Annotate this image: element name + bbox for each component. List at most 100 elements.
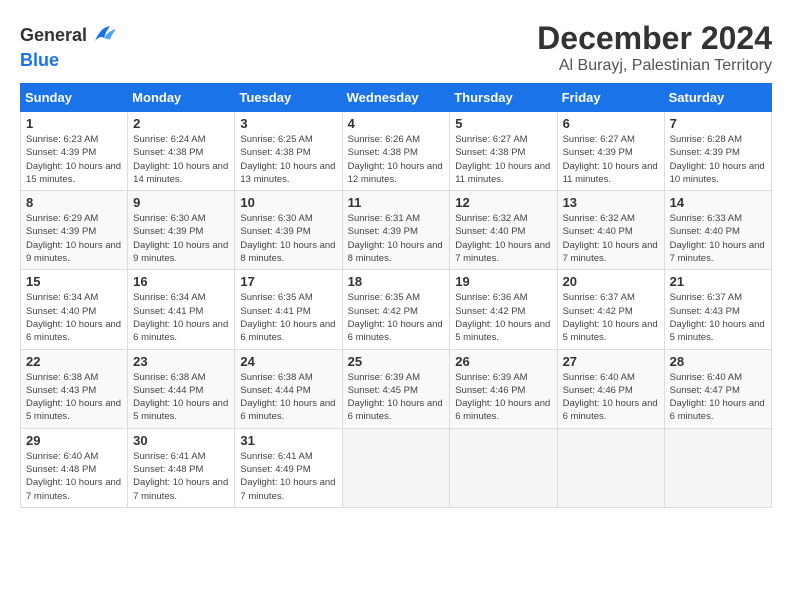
calendar-cell: 17 Sunrise: 6:35 AMSunset: 4:41 PMDaylig… xyxy=(235,270,342,349)
day-info: Sunrise: 6:24 AMSunset: 4:38 PMDaylight:… xyxy=(133,134,228,185)
day-number: 16 xyxy=(133,274,229,289)
day-number: 2 xyxy=(133,116,229,131)
day-number: 13 xyxy=(563,195,659,210)
day-info: Sunrise: 6:34 AMSunset: 4:40 PMDaylight:… xyxy=(26,292,121,343)
day-number: 6 xyxy=(563,116,659,131)
calendar-header-row: SundayMondayTuesdayWednesdayThursdayFrid… xyxy=(21,84,772,112)
day-number: 22 xyxy=(26,354,122,369)
calendar-cell: 21 Sunrise: 6:37 AMSunset: 4:43 PMDaylig… xyxy=(664,270,771,349)
day-number: 12 xyxy=(455,195,551,210)
calendar-cell: 15 Sunrise: 6:34 AMSunset: 4:40 PMDaylig… xyxy=(21,270,128,349)
calendar-cell: 24 Sunrise: 6:38 AMSunset: 4:44 PMDaylig… xyxy=(235,349,342,428)
day-number: 19 xyxy=(455,274,551,289)
day-number: 11 xyxy=(348,195,445,210)
calendar-cell: 14 Sunrise: 6:33 AMSunset: 4:40 PMDaylig… xyxy=(664,191,771,270)
calendar-cell: 12 Sunrise: 6:32 AMSunset: 4:40 PMDaylig… xyxy=(450,191,557,270)
day-number: 18 xyxy=(348,274,445,289)
day-info: Sunrise: 6:35 AMSunset: 4:41 PMDaylight:… xyxy=(240,292,335,343)
day-info: Sunrise: 6:35 AMSunset: 4:42 PMDaylight:… xyxy=(348,292,443,343)
day-info: Sunrise: 6:37 AMSunset: 4:42 PMDaylight:… xyxy=(563,292,658,343)
calendar-cell: 29 Sunrise: 6:40 AMSunset: 4:48 PMDaylig… xyxy=(21,428,128,507)
calendar-cell: 8 Sunrise: 6:29 AMSunset: 4:39 PMDayligh… xyxy=(21,191,128,270)
calendar-header-friday: Friday xyxy=(557,84,664,112)
day-number: 1 xyxy=(26,116,122,131)
calendar-cell: 2 Sunrise: 6:24 AMSunset: 4:38 PMDayligh… xyxy=(128,112,235,191)
day-number: 9 xyxy=(133,195,229,210)
day-number: 17 xyxy=(240,274,336,289)
calendar-cell: 25 Sunrise: 6:39 AMSunset: 4:45 PMDaylig… xyxy=(342,349,450,428)
day-info: Sunrise: 6:38 AMSunset: 4:44 PMDaylight:… xyxy=(240,372,335,423)
day-info: Sunrise: 6:30 AMSunset: 4:39 PMDaylight:… xyxy=(133,213,228,264)
day-info: Sunrise: 6:29 AMSunset: 4:39 PMDaylight:… xyxy=(26,213,121,264)
calendar-cell xyxy=(557,428,664,507)
calendar-cell: 22 Sunrise: 6:38 AMSunset: 4:43 PMDaylig… xyxy=(21,349,128,428)
calendar-cell: 4 Sunrise: 6:26 AMSunset: 4:38 PMDayligh… xyxy=(342,112,450,191)
calendar-cell: 3 Sunrise: 6:25 AMSunset: 4:38 PMDayligh… xyxy=(235,112,342,191)
day-info: Sunrise: 6:34 AMSunset: 4:41 PMDaylight:… xyxy=(133,292,228,343)
location-subtitle: Al Burayj, Palestinian Territory xyxy=(537,57,772,75)
calendar-cell: 7 Sunrise: 6:28 AMSunset: 4:39 PMDayligh… xyxy=(664,112,771,191)
day-info: Sunrise: 6:26 AMSunset: 4:38 PMDaylight:… xyxy=(348,134,443,185)
day-info: Sunrise: 6:39 AMSunset: 4:46 PMDaylight:… xyxy=(455,372,550,423)
day-info: Sunrise: 6:23 AMSunset: 4:39 PMDaylight:… xyxy=(26,134,121,185)
logo: General Blue xyxy=(20,20,119,71)
logo-general-text: General xyxy=(20,25,87,46)
calendar-cell: 10 Sunrise: 6:30 AMSunset: 4:39 PMDaylig… xyxy=(235,191,342,270)
day-number: 10 xyxy=(240,195,336,210)
day-info: Sunrise: 6:31 AMSunset: 4:39 PMDaylight:… xyxy=(348,213,443,264)
calendar-week-3: 15 Sunrise: 6:34 AMSunset: 4:40 PMDaylig… xyxy=(21,270,772,349)
calendar-cell: 9 Sunrise: 6:30 AMSunset: 4:39 PMDayligh… xyxy=(128,191,235,270)
day-info: Sunrise: 6:40 AMSunset: 4:47 PMDaylight:… xyxy=(670,372,765,423)
calendar-cell: 19 Sunrise: 6:36 AMSunset: 4:42 PMDaylig… xyxy=(450,270,557,349)
calendar-header-monday: Monday xyxy=(128,84,235,112)
calendar-week-5: 29 Sunrise: 6:40 AMSunset: 4:48 PMDaylig… xyxy=(21,428,772,507)
day-number: 21 xyxy=(670,274,766,289)
header: General Blue December 2024 Al Burayj, Pa… xyxy=(20,20,772,75)
calendar-cell: 31 Sunrise: 6:41 AMSunset: 4:49 PMDaylig… xyxy=(235,428,342,507)
calendar-cell: 28 Sunrise: 6:40 AMSunset: 4:47 PMDaylig… xyxy=(664,349,771,428)
day-info: Sunrise: 6:41 AMSunset: 4:49 PMDaylight:… xyxy=(240,451,335,502)
day-number: 14 xyxy=(670,195,766,210)
day-number: 20 xyxy=(563,274,659,289)
day-number: 28 xyxy=(670,354,766,369)
calendar-cell: 1 Sunrise: 6:23 AMSunset: 4:39 PMDayligh… xyxy=(21,112,128,191)
day-info: Sunrise: 6:40 AMSunset: 4:48 PMDaylight:… xyxy=(26,451,121,502)
day-number: 26 xyxy=(455,354,551,369)
calendar-cell xyxy=(664,428,771,507)
calendar-cell: 6 Sunrise: 6:27 AMSunset: 4:39 PMDayligh… xyxy=(557,112,664,191)
calendar-cell: 26 Sunrise: 6:39 AMSunset: 4:46 PMDaylig… xyxy=(450,349,557,428)
day-number: 15 xyxy=(26,274,122,289)
calendar-cell: 18 Sunrise: 6:35 AMSunset: 4:42 PMDaylig… xyxy=(342,270,450,349)
day-info: Sunrise: 6:37 AMSunset: 4:43 PMDaylight:… xyxy=(670,292,765,343)
day-info: Sunrise: 6:27 AMSunset: 4:38 PMDaylight:… xyxy=(455,134,550,185)
title-area: December 2024 Al Burayj, Palestinian Ter… xyxy=(537,20,772,75)
day-info: Sunrise: 6:41 AMSunset: 4:48 PMDaylight:… xyxy=(133,451,228,502)
calendar-header-sunday: Sunday xyxy=(21,84,128,112)
day-info: Sunrise: 6:36 AMSunset: 4:42 PMDaylight:… xyxy=(455,292,550,343)
day-number: 4 xyxy=(348,116,445,131)
calendar-table: SundayMondayTuesdayWednesdayThursdayFrid… xyxy=(20,83,772,508)
calendar-week-4: 22 Sunrise: 6:38 AMSunset: 4:43 PMDaylig… xyxy=(21,349,772,428)
calendar-week-1: 1 Sunrise: 6:23 AMSunset: 4:39 PMDayligh… xyxy=(21,112,772,191)
day-info: Sunrise: 6:32 AMSunset: 4:40 PMDaylight:… xyxy=(563,213,658,264)
day-info: Sunrise: 6:28 AMSunset: 4:39 PMDaylight:… xyxy=(670,134,765,185)
day-number: 8 xyxy=(26,195,122,210)
day-number: 31 xyxy=(240,433,336,448)
calendar-cell: 20 Sunrise: 6:37 AMSunset: 4:42 PMDaylig… xyxy=(557,270,664,349)
calendar-cell: 16 Sunrise: 6:34 AMSunset: 4:41 PMDaylig… xyxy=(128,270,235,349)
day-info: Sunrise: 6:25 AMSunset: 4:38 PMDaylight:… xyxy=(240,134,335,185)
calendar-week-2: 8 Sunrise: 6:29 AMSunset: 4:39 PMDayligh… xyxy=(21,191,772,270)
calendar-header-tuesday: Tuesday xyxy=(235,84,342,112)
logo-bird-icon xyxy=(89,20,119,50)
day-number: 27 xyxy=(563,354,659,369)
logo-blue-text: Blue xyxy=(20,50,59,71)
calendar-cell: 11 Sunrise: 6:31 AMSunset: 4:39 PMDaylig… xyxy=(342,191,450,270)
day-info: Sunrise: 6:27 AMSunset: 4:39 PMDaylight:… xyxy=(563,134,658,185)
calendar-header-thursday: Thursday xyxy=(450,84,557,112)
calendar-cell: 27 Sunrise: 6:40 AMSunset: 4:46 PMDaylig… xyxy=(557,349,664,428)
calendar-header-saturday: Saturday xyxy=(664,84,771,112)
calendar-cell: 23 Sunrise: 6:38 AMSunset: 4:44 PMDaylig… xyxy=(128,349,235,428)
day-info: Sunrise: 6:38 AMSunset: 4:43 PMDaylight:… xyxy=(26,372,121,423)
day-number: 7 xyxy=(670,116,766,131)
day-number: 23 xyxy=(133,354,229,369)
